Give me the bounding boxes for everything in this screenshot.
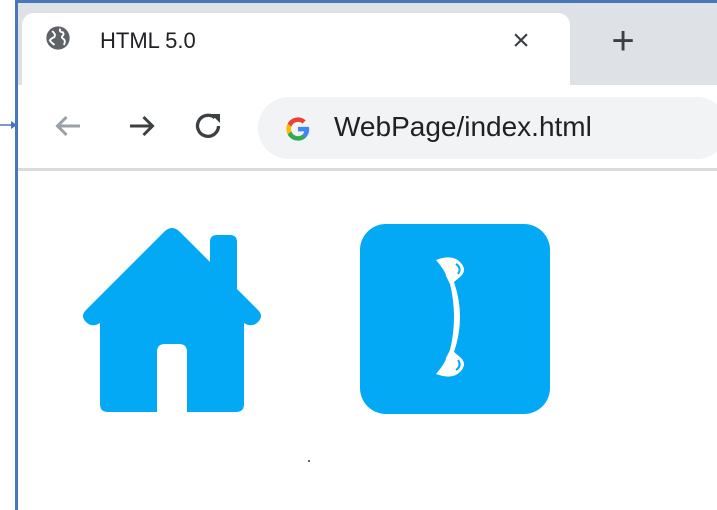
forward-button[interactable] [124, 108, 160, 144]
phone-icon[interactable] [358, 222, 552, 416]
globe-icon [46, 26, 70, 50]
browser-window: HTML 5.0 × + WebPage/index.html [0, 0, 717, 510]
top-border [15, 0, 717, 3]
pointer-arrow-icon [0, 121, 17, 129]
home-icon[interactable] [72, 222, 266, 416]
google-icon [286, 117, 310, 141]
reload-button[interactable] [190, 108, 226, 144]
new-tab-button[interactable]: + [606, 21, 640, 61]
back-button[interactable] [50, 108, 86, 144]
tab-close-button[interactable]: × [506, 26, 536, 56]
url-text: WebPage/index.html [334, 111, 592, 142]
tab-title: HTML 5.0 [100, 28, 196, 53]
stray-dot [308, 460, 310, 462]
left-border [15, 0, 18, 510]
